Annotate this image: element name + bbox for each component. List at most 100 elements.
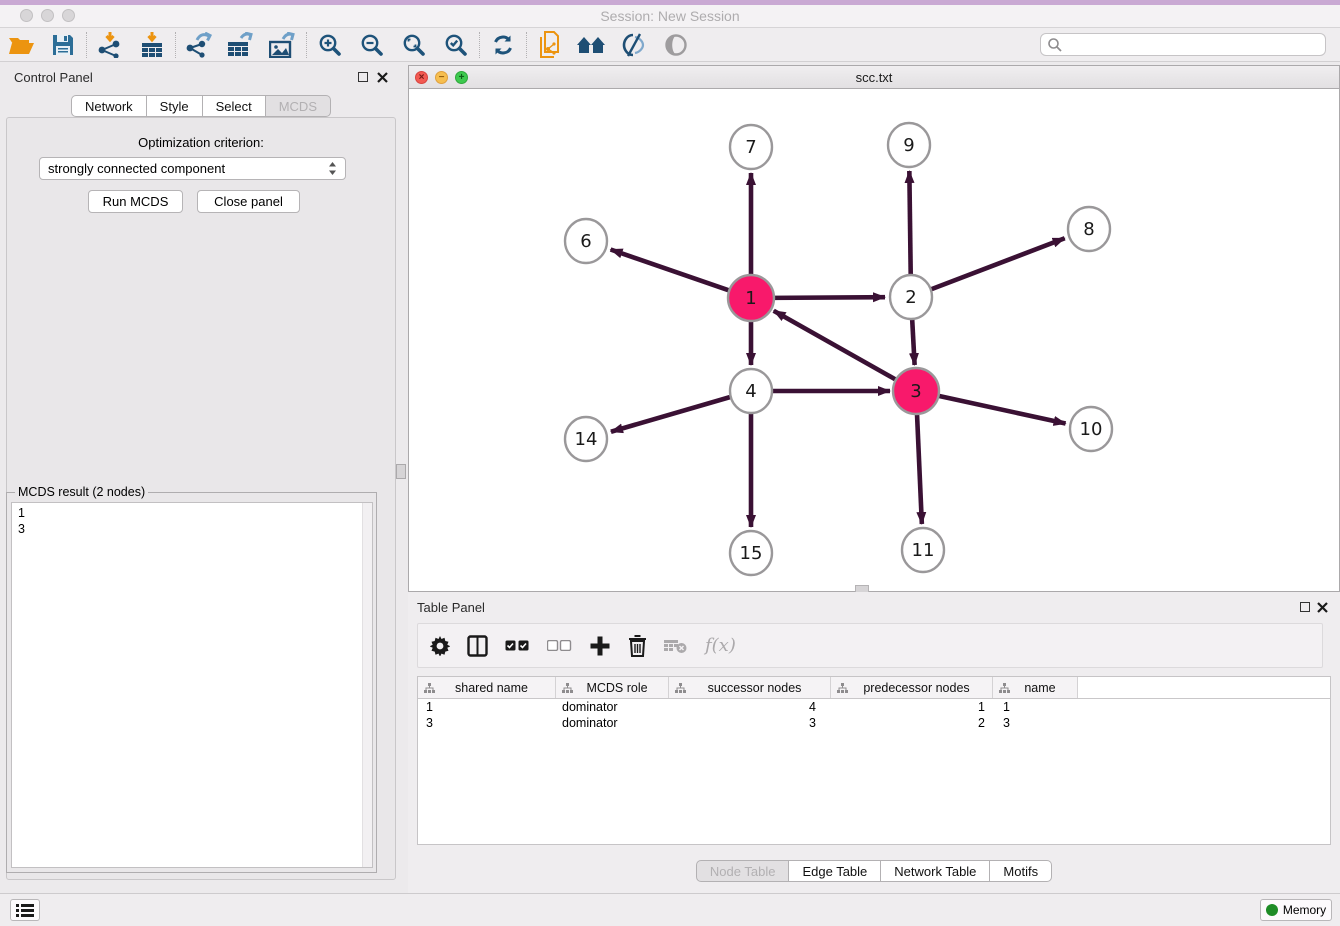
import-network-icon <box>97 32 123 58</box>
function-builder-button[interactable]: f(x) <box>705 635 736 656</box>
memory-button[interactable]: Memory <box>1260 899 1332 921</box>
close-table-panel-icon[interactable] <box>1317 602 1328 613</box>
memory-status-dot <box>1266 904 1278 916</box>
graph-edge-1-6[interactable] <box>611 249 731 290</box>
tab-mcds[interactable]: MCDS <box>266 95 331 117</box>
delete-table-button[interactable] <box>664 638 688 654</box>
graph-node-3[interactable]: 3 <box>893 368 939 414</box>
graph-node-7[interactable]: 7 <box>730 125 772 169</box>
tab-node-table[interactable]: Node Table <box>696 860 790 882</box>
graph-node-10[interactable]: 10 <box>1070 407 1112 451</box>
checked-boxes-icon <box>505 640 530 651</box>
column-tree-icon <box>562 683 573 693</box>
network-window-titlebar[interactable]: × − + scc.txt <box>409 66 1339 89</box>
column-header-predecessor-nodes[interactable]: predecessor nodes <box>831 677 993 698</box>
import-network-button[interactable] <box>89 30 131 60</box>
graph-node-4[interactable]: 4 <box>730 369 772 413</box>
toggle-birds-eye-button[interactable] <box>655 30 697 60</box>
column-header-shared-name[interactable]: shared name <box>418 677 556 698</box>
graph-node-11[interactable]: 11 <box>902 528 944 572</box>
graph-edge-3-11[interactable] <box>917 413 922 524</box>
task-history-button[interactable] <box>10 899 40 921</box>
graph-node-6[interactable]: 6 <box>565 219 607 263</box>
column-header-name[interactable]: name <box>993 677 1078 698</box>
graph-node-9[interactable]: 9 <box>888 123 930 167</box>
table-settings-button[interactable] <box>430 636 450 656</box>
table-panel-title: Table Panel <box>417 600 485 615</box>
graph-node-2[interactable]: 2 <box>890 275 932 319</box>
tab-motifs[interactable]: Motifs <box>990 860 1052 882</box>
graph-edge-3-10[interactable] <box>937 396 1065 424</box>
tab-style[interactable]: Style <box>147 95 203 117</box>
search-input[interactable] <box>1063 35 1325 54</box>
save-floppy-icon <box>52 34 74 56</box>
float-panel-icon[interactable] <box>358 72 368 82</box>
zoom-out-button[interactable] <box>351 30 393 60</box>
network-canvas[interactable]: 1 2 3 4 6 7 8 9 10 11 14 15 <box>409 89 1339 592</box>
list-icon <box>16 903 34 917</box>
tab-network[interactable]: Network <box>71 95 147 117</box>
close-panel-button[interactable]: Close panel <box>197 190 300 213</box>
column-header-MCDS-role[interactable]: MCDS role <box>556 677 669 698</box>
zoom-in-button[interactable] <box>309 30 351 60</box>
node-table[interactable]: shared nameMCDS rolesuccessor nodesprede… <box>417 676 1331 845</box>
graph-node-8[interactable]: 8 <box>1068 207 1110 251</box>
export-network-button[interactable] <box>178 30 220 60</box>
import-table-icon <box>140 32 164 58</box>
criterion-select[interactable]: strongly connected component <box>39 157 346 180</box>
table-row[interactable]: 3dominator323 <box>418 715 1330 731</box>
export-table-button[interactable] <box>220 30 262 60</box>
column-header-successor-nodes[interactable]: successor nodes <box>669 677 831 698</box>
control-panel-header: Control Panel <box>0 67 402 89</box>
close-panel-icon[interactable] <box>377 72 388 83</box>
node-table-body: 1dominator4113dominator323 <box>418 699 1330 731</box>
trash-icon <box>628 635 647 657</box>
graph-node-1[interactable]: 1 <box>728 275 774 321</box>
zoom-fit-button[interactable] <box>393 30 435 60</box>
plus-icon <box>589 635 611 657</box>
save-session-button[interactable] <box>42 30 84 60</box>
graph-edge-4-14[interactable] <box>611 397 730 432</box>
graph-node-15[interactable]: 15 <box>730 531 772 575</box>
search-field[interactable] <box>1040 33 1326 56</box>
table-row[interactable]: 1dominator411 <box>418 699 1330 715</box>
fx-icon: f(x) <box>705 635 736 656</box>
svg-text:2: 2 <box>905 287 916 308</box>
table-cell: 3 <box>418 715 556 731</box>
table-cell: 3 <box>669 715 831 731</box>
tab-edge-table[interactable]: Edge Table <box>789 860 881 882</box>
control-panel-tabs: NetworkStyleSelectMCDS <box>0 95 402 117</box>
import-table-button[interactable] <box>131 30 173 60</box>
run-mcds-button[interactable]: Run MCDS <box>88 190 183 213</box>
float-table-panel-icon[interactable] <box>1300 602 1310 612</box>
column-layout-button[interactable] <box>467 635 488 657</box>
graph-edge-1-2[interactable] <box>773 297 885 298</box>
deselect-all-button[interactable] <box>547 640 572 651</box>
svg-text:11: 11 <box>912 540 935 561</box>
show-graphics-details-button[interactable] <box>613 30 655 60</box>
vertical-divider-handle[interactable] <box>396 464 406 479</box>
graph-edge-2-9[interactable] <box>909 171 910 275</box>
svg-text:15: 15 <box>740 543 763 564</box>
tab-select[interactable]: Select <box>203 95 266 117</box>
graph-edge-2-8[interactable] <box>932 238 1065 289</box>
graph-edge-2-3[interactable] <box>912 319 914 365</box>
graph-edge-3-1[interactable] <box>774 311 897 380</box>
graph-node-14[interactable]: 14 <box>565 417 607 461</box>
tab-network-table[interactable]: Network Table <box>881 860 990 882</box>
reset-layout-button[interactable] <box>571 30 613 60</box>
table-cell: 2 <box>831 715 993 731</box>
open-session-button[interactable] <box>0 30 42 60</box>
result-scrollbar[interactable] <box>362 503 372 867</box>
select-all-button[interactable] <box>505 640 530 651</box>
delete-column-button[interactable] <box>628 635 647 657</box>
table-cell: dominator <box>556 715 669 731</box>
mcds-result-text[interactable]: 13 <box>11 502 373 868</box>
export-image-icon <box>269 32 297 58</box>
control-panel: Control Panel NetworkStyleSelectMCDS Opt… <box>0 62 402 893</box>
zoom-selected-button[interactable] <box>435 30 477 60</box>
clone-network-button[interactable] <box>529 30 571 60</box>
add-column-button[interactable] <box>589 635 611 657</box>
export-image-button[interactable] <box>262 30 304 60</box>
refresh-layout-button[interactable] <box>482 30 524 60</box>
